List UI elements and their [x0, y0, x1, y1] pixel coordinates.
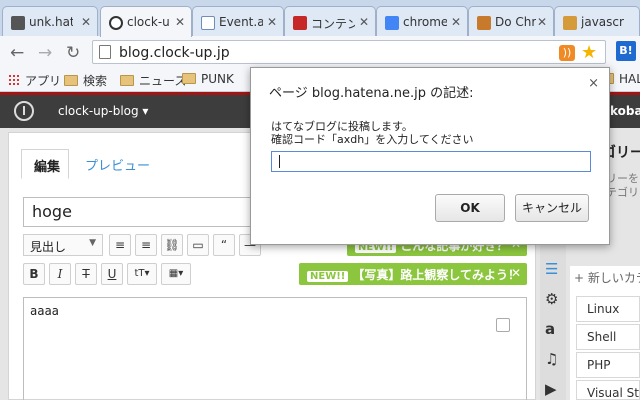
prompt-dialog: ページ blog.hatena.ne.jp の記述: × はてなブログに投稿しま… — [250, 67, 610, 245]
browser-tab[interactable]: unk.hat ✕ — [2, 6, 98, 36]
tab-favicon-icon — [201, 16, 215, 30]
bookmark-folder[interactable]: ニュース — [120, 72, 186, 89]
quote-icon[interactable]: “ — [213, 234, 235, 256]
bookmark-label: HAL — [619, 72, 640, 86]
dialog-message: 確認コード「axdh」を入力してください — [271, 133, 474, 146]
tab-label: javascr — [581, 15, 624, 29]
text-cursor — [279, 155, 280, 168]
bookmark-apps[interactable]: アプリ — [8, 72, 61, 89]
expand-icon[interactable] — [496, 318, 510, 332]
back-arrow-icon[interactable]: ← — [10, 43, 24, 63]
tab-label: clock-u — [127, 15, 170, 29]
heading-select[interactable]: 見出し ▼ — [23, 234, 103, 256]
browser-toolbar: ← → ↻ blog.clock-up.jp )) ★ B! — [0, 36, 640, 68]
folder-icon — [182, 73, 196, 84]
hatena-logo-icon[interactable] — [14, 101, 34, 121]
tab-preview[interactable]: プレビュー — [85, 149, 150, 174]
tab-close-icon[interactable]: ✕ — [267, 15, 277, 29]
tab-close-icon[interactable]: ✕ — [175, 15, 185, 29]
category-item[interactable]: Linux — [576, 296, 640, 322]
bookmark-label: 検索 — [83, 74, 108, 88]
folder-icon — [120, 75, 134, 86]
sidebar-description: テゴリ — [606, 186, 639, 199]
sidebar-icon-strip: ☰ ⚙ a ♫ ▶ — [540, 236, 566, 400]
tab-favicon-icon — [109, 16, 123, 30]
body-text: aaaa — [30, 304, 59, 318]
tab-label: Do Chr — [495, 15, 537, 29]
tab-favicon-icon — [293, 16, 307, 30]
body-textarea[interactable]: aaaa — [23, 297, 527, 400]
link-icon[interactable]: ⛓ — [161, 234, 183, 256]
font-size-button[interactable]: tT▾ — [127, 263, 157, 285]
browser-tab-active[interactable]: clock-u ✕ — [100, 6, 192, 37]
tab-favicon-icon — [385, 16, 399, 30]
tab-close-icon[interactable]: ✕ — [359, 15, 369, 29]
music-icon[interactable]: ♫ — [545, 350, 558, 368]
cancel-button[interactable]: キャンセル — [515, 194, 589, 222]
bookmark-folder[interactable]: 検索 — [64, 72, 107, 89]
category-item[interactable]: Visual Stu — [576, 380, 640, 400]
bullet-list-icon[interactable]: ≡ — [109, 234, 131, 256]
bold-button[interactable]: B — [23, 263, 45, 285]
heading-select-label: 見出し — [30, 240, 67, 254]
browser-tab[interactable]: javascr — [554, 6, 640, 36]
text-color-button[interactable]: ▦▾ — [161, 263, 191, 285]
browser-tab[interactable]: コンテン ✕ — [284, 6, 376, 36]
promo-label: 【写真】路上観察してみよう！ — [352, 268, 521, 282]
strikethrough-button[interactable]: T — [75, 263, 97, 285]
apps-grid-icon — [8, 74, 21, 87]
tab-label: unk.hat — [29, 15, 73, 29]
tab-strip: unk.hat ✕ clock-u ✕ Event.a ✕ コンテン ✕ chr… — [0, 0, 640, 37]
tab-label: Event.a — [219, 15, 263, 29]
tab-favicon-icon — [11, 16, 25, 30]
tab-label: コンテン — [311, 17, 355, 31]
gear-icon[interactable]: ⚙ — [545, 290, 558, 308]
tab-favicon-icon — [477, 16, 491, 30]
category-item[interactable]: PHP — [576, 352, 640, 378]
bookmark-label: アプリ — [25, 74, 62, 88]
numbered-list-icon[interactable]: ≡ — [135, 234, 157, 256]
bookmark-folder[interactable]: PUNK — [182, 72, 234, 86]
new-badge: NEW!! — [307, 271, 349, 282]
bookmark-label: ニュース — [139, 74, 187, 88]
user-name[interactable]: koba — [610, 104, 640, 118]
italic-button[interactable]: I — [49, 263, 71, 285]
promo-button-photo[interactable]: NEW!! 【写真】路上観察してみよう！ ✕ — [299, 263, 527, 285]
page-icon — [99, 45, 111, 59]
folder-icon — [64, 75, 78, 86]
dialog-title: ページ blog.hatena.ne.jp の記述: — [269, 86, 474, 101]
forward-arrow-icon[interactable]: → — [38, 43, 52, 63]
list-icon[interactable]: ☰ — [545, 260, 558, 278]
reload-icon[interactable]: ↻ — [66, 43, 80, 63]
close-icon[interactable]: ✕ — [511, 266, 521, 280]
tab-close-icon[interactable]: ✕ — [537, 15, 547, 29]
read-more-icon[interactable]: ▭ — [187, 234, 209, 256]
chevron-down-icon: ▼ — [89, 238, 96, 248]
rss-icon[interactable]: )) — [559, 45, 575, 61]
tab-favicon-icon — [563, 16, 577, 30]
tab-edit[interactable]: 編集 — [21, 149, 69, 179]
tab-label: chrome — [403, 15, 447, 29]
tab-close-icon[interactable]: ✕ — [81, 15, 91, 29]
close-icon[interactable]: × — [588, 76, 599, 91]
hatena-bookmark-button[interactable]: B! — [616, 41, 636, 61]
tab-close-icon[interactable]: ✕ — [451, 15, 461, 29]
browser-tab[interactable]: Event.a ✕ — [192, 6, 284, 36]
amazon-icon[interactable]: a — [545, 320, 555, 338]
browser-tab[interactable]: Do Chr ✕ — [468, 6, 554, 36]
address-bar-url[interactable]: blog.clock-up.jp — [119, 45, 230, 61]
underline-button[interactable]: U — [101, 263, 123, 285]
browser-tab[interactable]: chrome ✕ — [376, 6, 468, 36]
confirmation-code-input[interactable] — [271, 151, 591, 172]
ok-button[interactable]: OK — [435, 194, 505, 222]
bookmark-label: PUNK — [201, 72, 234, 86]
new-category-button[interactable]: + 新しいカテ — [574, 269, 640, 286]
bookmark-star-icon[interactable]: ★ — [581, 42, 597, 63]
category-item[interactable]: Shell — [576, 324, 640, 350]
blog-selector[interactable]: clock-up-blog ▾ — [58, 104, 148, 118]
address-bar[interactable]: blog.clock-up.jp )) ★ — [92, 40, 606, 64]
video-icon[interactable]: ▶ — [545, 380, 557, 398]
